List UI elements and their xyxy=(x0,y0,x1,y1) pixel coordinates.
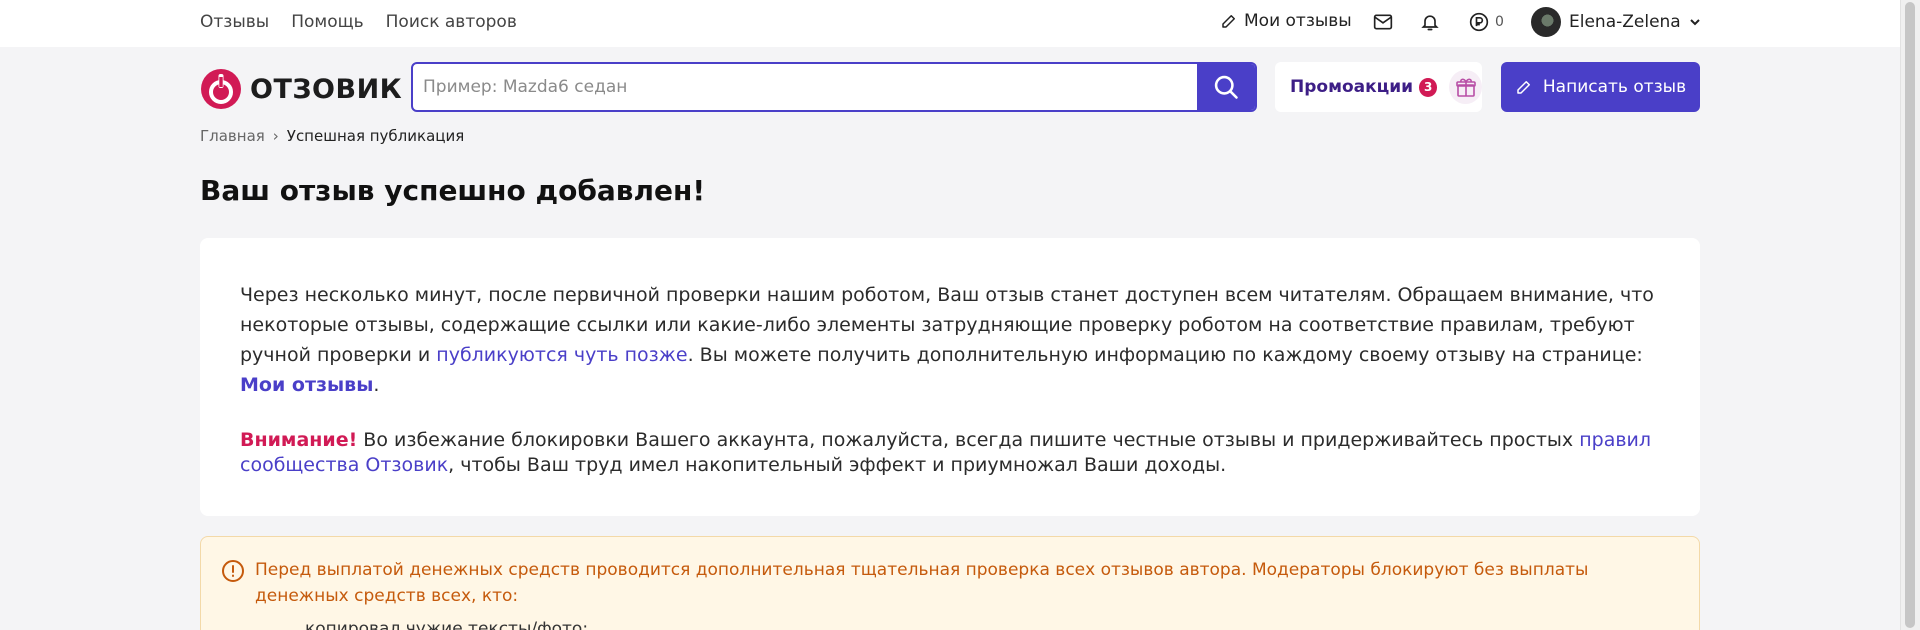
pencil-icon xyxy=(1222,15,1235,28)
topnav-reviews[interactable]: Отзывы xyxy=(200,12,269,32)
warning-paragraph: Внимание! Во избежание блокировки Вашего… xyxy=(240,428,1660,478)
breadcrumb-home[interactable]: Главная xyxy=(200,127,265,145)
my-reviews-page-link[interactable]: Мои отзывы xyxy=(240,374,373,396)
warning-label: Внимание! xyxy=(240,429,358,451)
info-text-2: . Вы можете получить дополнительную инфо… xyxy=(687,344,1643,366)
coins-count: 0 xyxy=(1495,14,1504,30)
topnav-help[interactable]: Помощь xyxy=(291,12,363,32)
breadcrumb-separator: › xyxy=(272,127,279,145)
info-paragraph: Через несколько минут, после первичной п… xyxy=(240,280,1660,400)
success-card: Через несколько минут, после первичной п… xyxy=(200,238,1700,516)
avatar xyxy=(1531,7,1561,37)
my-reviews-link[interactable]: Мои отзывы xyxy=(1220,11,1352,31)
my-reviews-label: Мои отзывы xyxy=(1244,11,1352,31)
info-text-end: . xyxy=(373,374,380,396)
published-later-link[interactable]: публикуются чуть позже xyxy=(436,344,687,366)
mail-icon[interactable] xyxy=(1373,13,1393,35)
alert-icon xyxy=(221,559,245,587)
search-icon xyxy=(1214,75,1238,99)
alert-list-item: копировал чужие тексты/фото; xyxy=(305,619,589,630)
site-logo[interactable]: ОТЗОВИК xyxy=(200,68,402,110)
search-input[interactable] xyxy=(413,64,1193,110)
coins-balance[interactable]: 0 xyxy=(1469,12,1504,32)
warning-text-2: , чтобы Ваш труд имел накопительный эффе… xyxy=(448,454,1227,476)
search-bar xyxy=(411,62,1257,112)
promo-button[interactable]: Промоакции 3 xyxy=(1275,62,1482,112)
write-review-label: Написать отзыв xyxy=(1542,77,1687,97)
username: Elena-Zelena xyxy=(1569,12,1681,32)
topnav-author-search[interactable]: Поиск авторов xyxy=(386,12,517,32)
ruble-coin-icon xyxy=(1469,12,1489,32)
breadcrumb: Главная › Успешная публикация xyxy=(200,127,464,145)
promo-count-badge: 3 xyxy=(1419,77,1438,97)
pencil-icon xyxy=(1517,81,1530,94)
top-bar: Отзывы Помощь Поиск авторов Мои отзывы 0… xyxy=(0,0,1900,47)
logo-text: ОТЗОВИК xyxy=(250,73,403,105)
user-menu[interactable]: Elena-Zelena xyxy=(1531,7,1701,37)
gift-icon xyxy=(1449,70,1482,104)
alert-text: Перед выплатой денежных средств проводит… xyxy=(255,560,1589,606)
write-review-button[interactable]: Написать отзыв xyxy=(1501,62,1700,112)
page-title: Ваш отзыв успешно добавлен! xyxy=(200,174,706,207)
chevron-down-icon xyxy=(1690,19,1700,26)
payout-alert: Перед выплатой денежных средств проводит… xyxy=(200,536,1700,630)
breadcrumb-current: Успешная публикация xyxy=(286,127,465,145)
bell-icon[interactable] xyxy=(1420,11,1440,37)
search-button[interactable] xyxy=(1197,64,1255,110)
logo-icon xyxy=(201,69,241,109)
top-nav: Отзывы Помощь Поиск авторов xyxy=(200,12,517,32)
promo-label: Промоакции xyxy=(1290,77,1414,97)
warning-text-1: Во избежание блокировки Вашего аккаунта,… xyxy=(357,429,1580,451)
scrollbar-thumb[interactable] xyxy=(1905,2,1915,628)
